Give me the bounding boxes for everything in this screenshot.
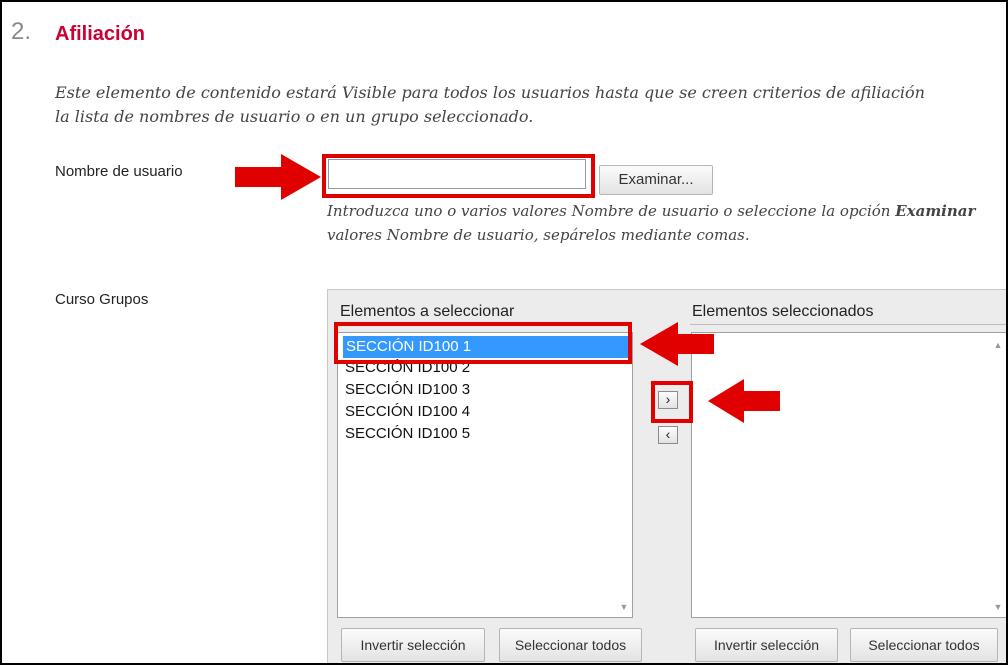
selected-header: Elementos seleccionados (692, 303, 874, 320)
list-item[interactable]: SECCIÓN ID100 3 (345, 381, 470, 399)
item-highlight-box (334, 322, 632, 364)
list-item[interactable]: SECCIÓN ID100 5 (345, 425, 470, 443)
scroll-up-icon[interactable]: ▲ (992, 339, 1004, 351)
list-item[interactable]: SECCIÓN ID100 4 (345, 403, 470, 421)
browse-button[interactable]: Examinar... (599, 165, 713, 195)
section-description: Este elemento de contenido estará Visibl… (55, 81, 925, 129)
invert-selection-button[interactable]: Invertir selección (341, 628, 485, 662)
pointer-arrow-left-icon (708, 379, 780, 423)
groups-label: Curso Grupos (55, 291, 149, 308)
hint-text: Introduzca uno o varios valores Nombre d… (327, 202, 896, 220)
available-listbox[interactable]: SECCIÓN ID100 1 SECCIÓN ID100 2 SECCIÓN … (337, 332, 633, 618)
hint-bold-text: Examinar (895, 202, 976, 220)
selected-listbox[interactable]: ▲ ▼ (691, 332, 1006, 618)
username-hint: Introduzca uno o varios valores Nombre d… (327, 199, 975, 247)
selected-header-rule (690, 324, 1006, 325)
available-header: Elementos a seleccionar (340, 303, 515, 320)
description-line-1: Este elemento de contenido estará Visibl… (55, 83, 925, 102)
pointer-arrow-right-icon (235, 154, 321, 200)
description-line-2: la lista de nombres de usuario o en un g… (55, 107, 534, 126)
username-label: Nombre de usuario (55, 163, 183, 180)
hint-line-1: Introduzca uno o varios valores Nombre d… (327, 199, 975, 223)
section-title: Afiliación (55, 23, 146, 45)
scroll-down-icon[interactable]: ▼ (618, 601, 630, 613)
move-left-button[interactable]: ‹ (658, 426, 678, 444)
content-frame: 2. Afiliación Este elemento de contenido… (0, 0, 1008, 665)
scroll-down-icon[interactable]: ▼ (992, 601, 1004, 613)
move-button-highlight-box (651, 381, 693, 423)
invert-selection-button-right[interactable]: Invertir selección (695, 628, 838, 662)
select-all-button[interactable]: Seleccionar todos (499, 628, 642, 662)
hint-line-2: valores Nombre de usuario, sepárelos med… (327, 226, 750, 244)
section-number: 2. (11, 18, 32, 45)
pointer-arrow-left-icon (640, 322, 714, 366)
username-highlight-box (322, 154, 595, 198)
select-all-button-right[interactable]: Seleccionar todos (850, 628, 998, 662)
